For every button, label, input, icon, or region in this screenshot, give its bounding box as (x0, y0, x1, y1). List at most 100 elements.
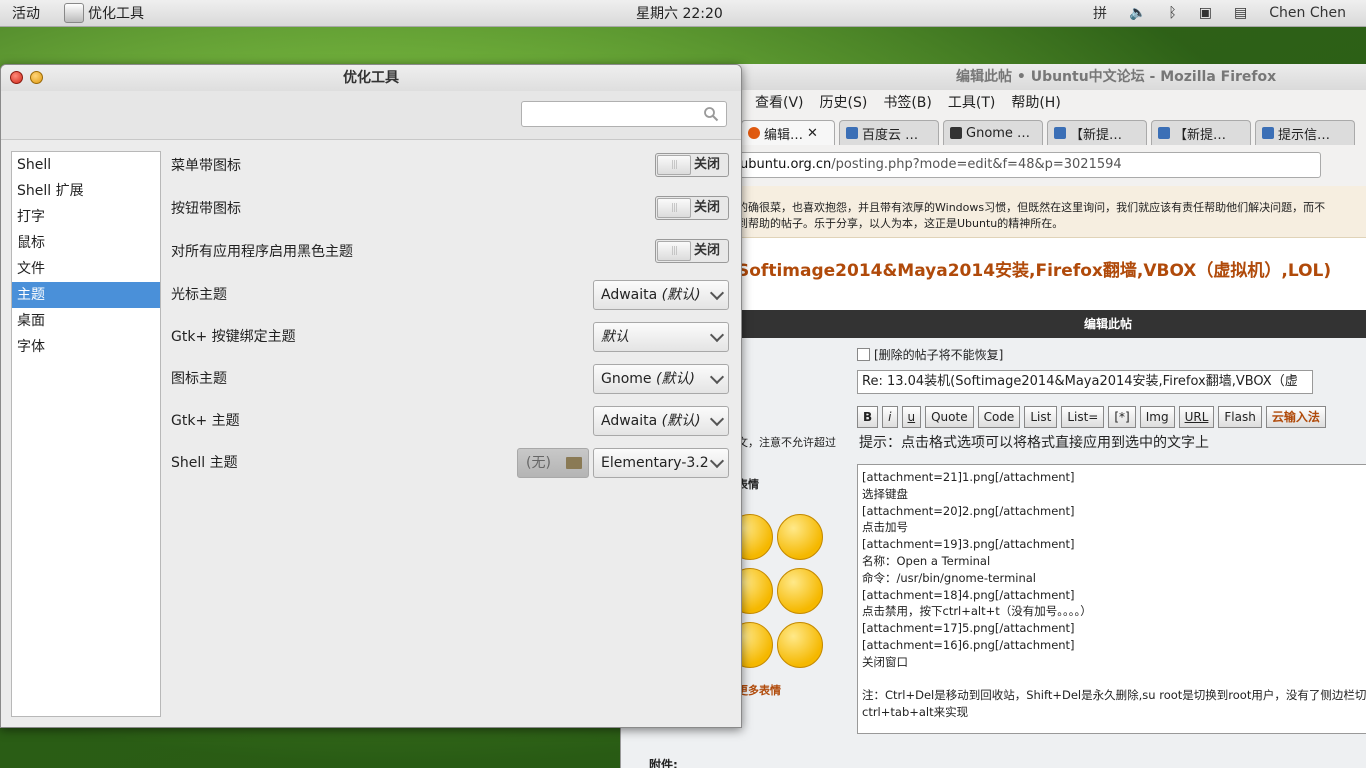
tab-label: 【新提… (1070, 127, 1123, 143)
menu-view[interactable]: 查看(V) (755, 92, 804, 112)
tab-edit-post[interactable]: 编辑… ✕ (741, 120, 835, 145)
chevron-down-icon (709, 285, 725, 301)
tweak-tool-icon (64, 3, 84, 23)
post-line: [attachment=16]6.png[/attachment] (862, 637, 1075, 652)
network-icon[interactable]: ▣ (1199, 5, 1212, 21)
quote-button[interactable]: Quote (925, 406, 974, 428)
tab-label: 提示信… (1278, 127, 1331, 143)
ubuntu-favicon (748, 127, 760, 139)
menu-history[interactable]: 历史(S) (820, 92, 868, 112)
delete-post-checkbox[interactable]: [删除的帖子将不能恢复] (857, 346, 1003, 363)
bluetooth-icon[interactable]: ᛒ (1168, 5, 1176, 21)
icon-theme-combo[interactable]: Gnome (默认) (593, 364, 729, 394)
shell-theme-combo[interactable]: Elementary-3.2 (593, 448, 729, 478)
sidebar-item-mouse[interactable]: 鼠标 (12, 230, 160, 256)
keybinding-theme-combo[interactable]: 默认 (593, 322, 729, 352)
shell-theme-file-button[interactable]: (无) (517, 448, 589, 478)
list-button[interactable]: List (1024, 406, 1058, 428)
smiley-icon[interactable] (777, 568, 823, 614)
post-line: 选择键盘 (862, 486, 908, 501)
format-hint: 提示：点击格式选项可以将格式直接应用到选中的文字上 (859, 435, 1209, 451)
menu-tools[interactable]: 工具(T) (948, 92, 995, 112)
sidebar-item-shell-extensions[interactable]: Shell 扩展 (12, 178, 160, 204)
side-note: 文，注意不允许超过 (737, 436, 836, 449)
url-host: ubuntu.org.cn (740, 157, 832, 172)
sidebar-item-desktop[interactable]: 桌面 (12, 308, 160, 334)
cursor-theme-combo[interactable]: Adwaita (默认) (593, 280, 729, 310)
menu-bookmarks[interactable]: 书签(B) (883, 92, 932, 112)
toolbar (1, 91, 741, 140)
combo-value: Adwaita (601, 413, 658, 429)
dark-theme-switch[interactable]: ||| 关闭 (655, 239, 729, 263)
smiley-icon[interactable] (777, 622, 823, 668)
setting-label: Gtk+ 主题 (171, 413, 240, 429)
app-menu-label: 优化工具 (88, 6, 144, 22)
penguin-favicon (950, 127, 962, 139)
flash-button[interactable]: Flash (1218, 406, 1262, 428)
sidebar-item-fonts[interactable]: 字体 (12, 334, 160, 360)
post-line: 名称：Open a Terminal (862, 553, 991, 568)
switch-knob[interactable]: ||| (657, 198, 691, 218)
activities-button[interactable]: 活动 (12, 3, 40, 23)
post-line: 命令：/usr/bin/gnome-terminal (862, 570, 1037, 585)
firefox-menubar: 查看(V) 历史(S) 书签(B) 工具(T) 帮助(H) (755, 92, 1061, 112)
tab-new-post-1[interactable]: 【新提… (1047, 120, 1147, 145)
tab-label: 百度云 … (862, 127, 919, 143)
smiley-icon[interactable] (777, 514, 823, 560)
tab-baidu-cloud[interactable]: 百度云 … (839, 120, 939, 145)
post-line: 关闭窗口 (862, 654, 908, 669)
switch-knob[interactable]: ||| (657, 155, 691, 175)
close-tab-icon[interactable]: ✕ (807, 126, 818, 141)
search-input[interactable] (521, 101, 727, 127)
post-line: ctrl+tab+alt来实现 (862, 705, 969, 720)
setting-label: 图标主题 (171, 371, 227, 387)
clipboard-icon[interactable]: ▤ (1234, 5, 1247, 21)
switch-state: 关闭 (694, 243, 721, 258)
url-button[interactable]: URL (1178, 406, 1215, 428)
url-bar[interactable]: ubuntu.org.cn/posting.php?mode=edit&f=48… (733, 152, 1321, 178)
tab-label: 编辑… (764, 127, 804, 143)
post-line: [attachment=17]5.png[/attachment] (862, 621, 1075, 636)
ordered-list-button[interactable]: List= (1061, 406, 1105, 428)
combo-value: Adwaita (601, 287, 658, 303)
sidebar-item-shell[interactable]: Shell (12, 152, 160, 178)
subject-input[interactable]: Re: 13.04装机(Softimage2014&Maya2014安装,Fir… (857, 370, 1313, 394)
checkbox-box[interactable] (857, 348, 870, 361)
switch-knob[interactable]: ||| (657, 241, 691, 261)
sidebar-item-theme[interactable]: 主题 (12, 282, 160, 308)
tweak-tool-window: 优化工具 Shell Shell 扩展 打字 鼠标 文件 主题 桌面 字体 菜单… (0, 64, 742, 728)
post-body-textarea[interactable]: [attachment=21]1.png[/attachment] 选择键盘 [… (857, 464, 1366, 734)
bold-button[interactable]: B (857, 406, 879, 428)
underline-button[interactable]: u (901, 406, 922, 428)
italic-button[interactable]: i (882, 406, 898, 428)
input-method-indicator[interactable]: 拼 (1093, 3, 1107, 23)
setting-shell-theme: Shell 主题 (无) Elementary-3.2 (171, 448, 731, 490)
volume-icon[interactable]: 🔈 (1129, 5, 1146, 21)
menu-icons-switch[interactable]: ||| 关闭 (655, 153, 729, 177)
setting-keybinding-theme: Gtk+ 按键绑定主题 默认 (171, 322, 731, 364)
sidebar-item-typing[interactable]: 打字 (12, 204, 160, 230)
tab-gnome[interactable]: Gnome … (943, 120, 1043, 145)
more-emoji-link[interactable]: 更多表情 (737, 682, 781, 698)
combo-value: Elementary-3.2 (601, 455, 709, 471)
app-menu[interactable]: 优化工具 (64, 3, 144, 23)
gtk-theme-combo[interactable]: Adwaita (默认) (593, 406, 729, 436)
list-item-button[interactable]: [*] (1108, 406, 1136, 428)
clock[interactable]: 星期六 22:20 (636, 3, 723, 23)
settings-panel: 菜单带图标 ||| 关闭 按钮带图标 ||| 关闭 对所有应用程序启用黑色主题 … (171, 151, 731, 490)
window-titlebar[interactable]: 优化工具 (1, 65, 741, 91)
minimize-window-button[interactable] (30, 71, 43, 84)
menu-help[interactable]: 帮助(H) (1011, 92, 1060, 112)
chevron-down-icon (709, 453, 725, 469)
user-menu[interactable]: Chen Chen (1269, 5, 1346, 21)
code-button[interactable]: Code (977, 406, 1021, 428)
close-window-button[interactable] (10, 71, 23, 84)
tab-new-post-2[interactable]: 【新提… (1151, 120, 1251, 145)
cloud-ime-button[interactable]: 云输入法 (1265, 406, 1326, 428)
sidebar-item-files[interactable]: 文件 (12, 256, 160, 282)
img-button[interactable]: Img (1139, 406, 1175, 428)
button-icons-switch[interactable]: ||| 关闭 (655, 196, 729, 220)
tab-info[interactable]: 提示信… (1255, 120, 1355, 145)
setting-menu-icons: 菜单带图标 ||| 关闭 (171, 151, 731, 194)
post-heading[interactable]: Softimage2014&Maya2014安装,Firefox翻墙,VBOX（… (737, 256, 1331, 281)
